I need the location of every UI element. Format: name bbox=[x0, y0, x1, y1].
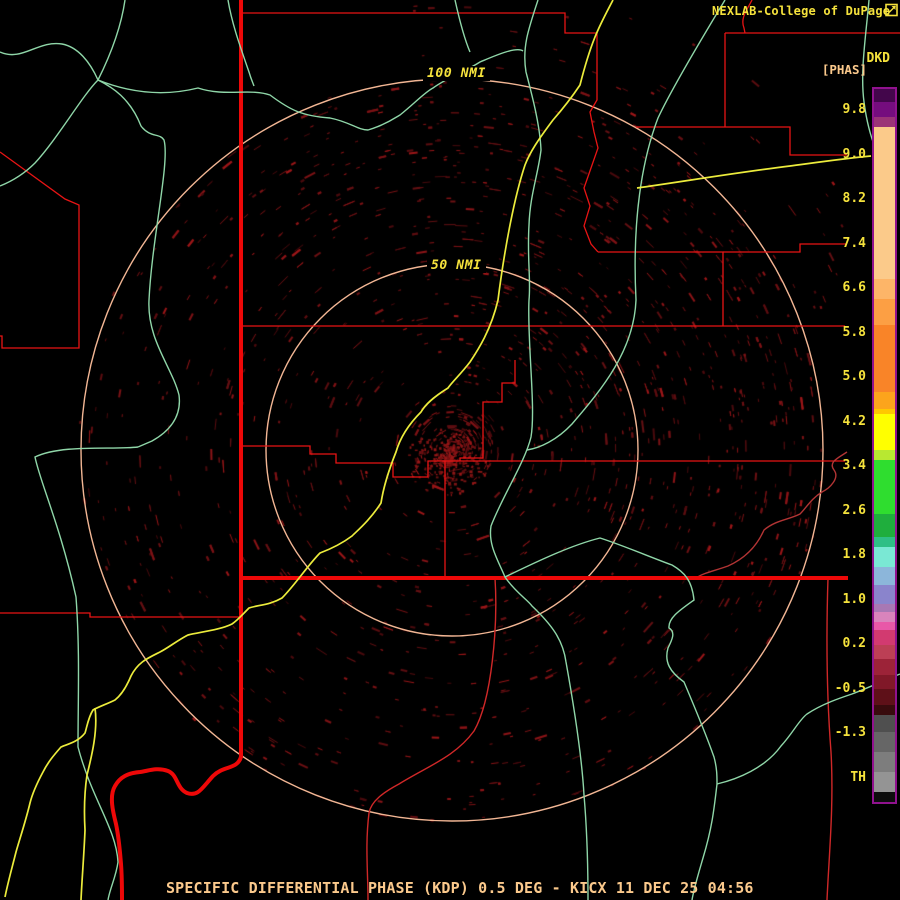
scale-segment-23 bbox=[874, 675, 895, 689]
scale-tick-5.0: 5.0 bbox=[842, 369, 866, 384]
scale-tick-6.6: 6.6 bbox=[842, 280, 866, 295]
scale-segment-12 bbox=[874, 514, 895, 537]
county-lines-south bbox=[366, 577, 833, 900]
product-title: SPECIFIC DIFFERENTIAL PHASE (KDP) 0.5 DE… bbox=[166, 879, 754, 897]
scale-segment-5 bbox=[874, 299, 895, 325]
scale-tick-TH: TH bbox=[850, 769, 866, 785]
scale-segment-25 bbox=[874, 705, 895, 715]
scale-segment-16 bbox=[874, 585, 895, 604]
map-overlay bbox=[0, 0, 900, 900]
highway-lines-yellow bbox=[4, 0, 872, 900]
scale-tick--0.5: -0.5 bbox=[834, 680, 866, 696]
radar-display: NEXLAB-College of DuPage DKD [PHAS] 100 … bbox=[0, 0, 900, 900]
scale-segment-6 bbox=[874, 325, 895, 392]
scale-tick-7.4: 7.4 bbox=[842, 235, 866, 251]
product-code-label: DKD bbox=[866, 51, 890, 66]
scale-tick-1.0: 1.0 bbox=[842, 591, 866, 607]
brand-text: NEXLAB-College of DuPage bbox=[712, 4, 891, 18]
range-ring-100nmi bbox=[80, 78, 824, 822]
scale-segment-19 bbox=[874, 622, 895, 630]
scale-tick--1.3: -1.3 bbox=[834, 725, 866, 740]
scale-segment-14 bbox=[874, 547, 895, 567]
range-ring-50nmi bbox=[265, 263, 639, 637]
reflectivity-color-scale bbox=[872, 87, 897, 804]
scale-segment-9 bbox=[874, 414, 895, 450]
scale-segment-2 bbox=[874, 117, 895, 127]
range-rings bbox=[80, 78, 824, 822]
scale-segment-21 bbox=[874, 645, 895, 659]
scale-tick-9.0: 9.0 bbox=[842, 146, 866, 162]
river-lines-green bbox=[0, 0, 900, 900]
scale-segment-27 bbox=[874, 732, 895, 752]
scale-tick-0.2: 0.2 bbox=[842, 636, 866, 651]
scale-tick-1.8: 1.8 bbox=[842, 547, 866, 562]
scale-tick-8.2: 8.2 bbox=[842, 191, 866, 206]
state-border-lines bbox=[109, 0, 848, 900]
river-boundary-lines-red bbox=[695, 451, 848, 579]
scale-segment-20 bbox=[874, 630, 895, 645]
scale-segment-10 bbox=[874, 450, 895, 460]
scale-segment-26 bbox=[874, 715, 895, 732]
scale-segment-13 bbox=[874, 537, 895, 547]
scale-segment-0 bbox=[874, 89, 895, 102]
scale-segment-17 bbox=[874, 604, 895, 612]
scale-tick-4.2: 4.2 bbox=[842, 413, 866, 429]
scale-segment-24 bbox=[874, 689, 895, 705]
cod-flag-icon bbox=[885, 3, 898, 17]
scale-tick-3.4: 3.4 bbox=[842, 458, 866, 473]
scale-segment-30 bbox=[874, 792, 895, 802]
scale-segment-7 bbox=[874, 392, 895, 409]
scale-tick-9.8: 9.8 bbox=[842, 102, 866, 117]
scale-segment-11 bbox=[874, 460, 895, 514]
scale-segment-15 bbox=[874, 567, 895, 585]
county-boundary-lines bbox=[0, 0, 900, 618]
scale-segment-28 bbox=[874, 752, 895, 772]
scale-segment-1 bbox=[874, 102, 895, 117]
scale-segment-18 bbox=[874, 612, 895, 622]
scale-segment-22 bbox=[874, 659, 895, 675]
scale-segment-3 bbox=[874, 127, 895, 279]
inner-ring-label: 50 NMI bbox=[427, 258, 486, 273]
units-label: [PHAS] bbox=[821, 62, 867, 77]
scale-segment-4 bbox=[874, 279, 895, 299]
scale-segment-29 bbox=[874, 772, 895, 792]
outer-ring-label: 100 NMI bbox=[423, 66, 490, 81]
scale-tick-2.6: 2.6 bbox=[842, 502, 866, 518]
scale-tick-5.8: 5.8 bbox=[842, 324, 866, 340]
